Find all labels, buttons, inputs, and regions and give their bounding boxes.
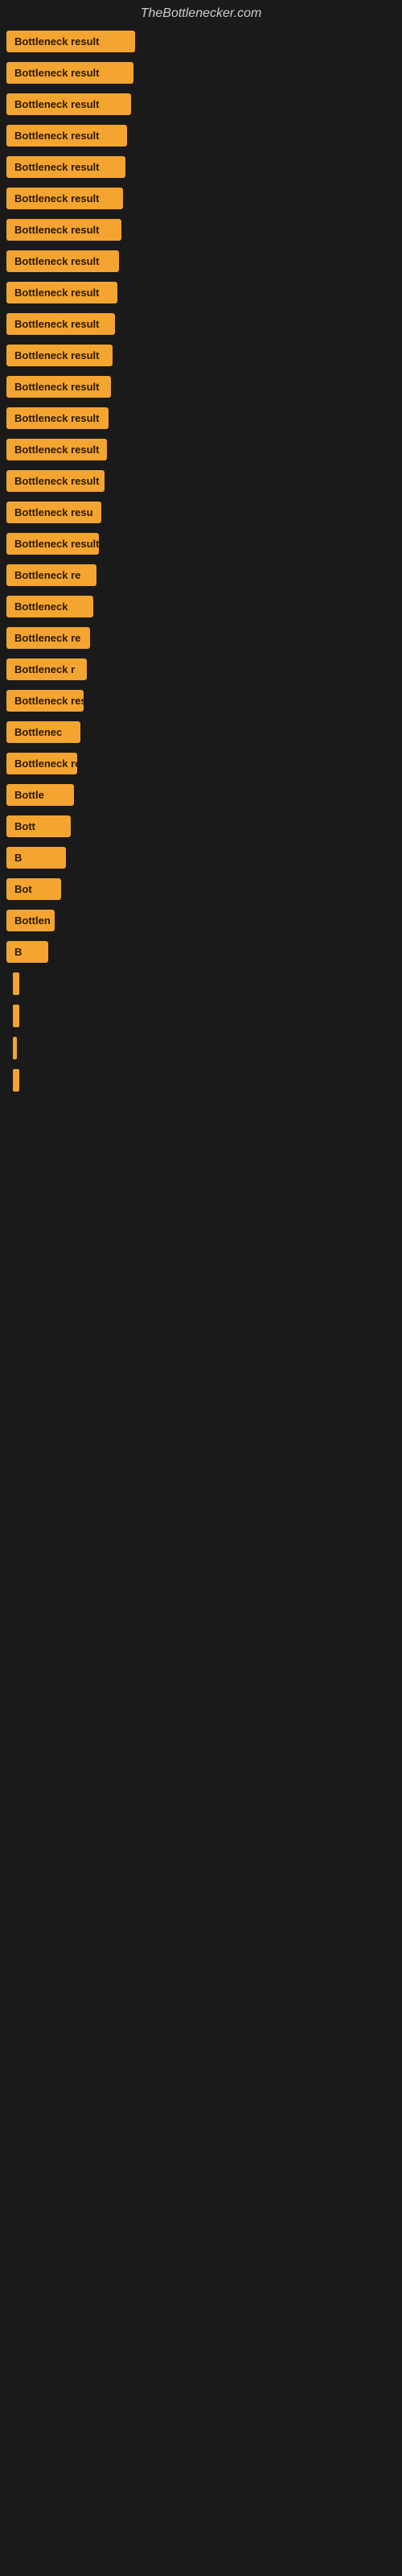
bottleneck-badge: Bottleneck r	[6, 658, 87, 680]
list-item: Bottleneck result	[6, 188, 396, 209]
bottleneck-badge: Bottleneck result	[6, 376, 111, 398]
bottleneck-badge: Bottleneck re	[6, 564, 96, 586]
list-item: Bottleneck result	[6, 313, 396, 335]
small-bar	[13, 1005, 19, 1027]
list-item: Bottleneck result	[6, 93, 396, 115]
bottleneck-badge: Bottleneck resu	[6, 690, 84, 712]
list-item: Bottleneck re	[6, 753, 396, 774]
list-item: Bottleneck result	[6, 62, 396, 84]
bottleneck-badge: Bott	[6, 815, 71, 837]
bottleneck-badge: Bottlen	[6, 910, 55, 931]
bottleneck-badge: Bottleneck re	[6, 627, 90, 649]
list-item: B	[6, 847, 396, 869]
list-item: Bottleneck re	[6, 627, 396, 649]
list-item: Bottleneck re	[6, 564, 396, 586]
list-item: Bottle	[6, 784, 396, 806]
bottleneck-badge: B	[6, 847, 66, 869]
bottleneck-badge: Bottleneck result	[6, 62, 133, 84]
list-item: B	[6, 941, 396, 963]
list-item: Bottleneck result	[6, 533, 396, 555]
list-item: Bottleneck r	[6, 658, 396, 680]
list-item: Bottleneck result	[6, 219, 396, 241]
bottleneck-badge: Bottleneck resu	[6, 502, 101, 523]
bottleneck-badge: Bot	[6, 878, 61, 900]
bottleneck-badge: B	[6, 941, 48, 963]
list-item: Bottleneck result	[6, 470, 396, 492]
list-item: Bottleneck result	[6, 407, 396, 429]
list-item: Bottleneck result	[6, 31, 396, 52]
bottleneck-badge: Bottleneck result	[6, 188, 123, 209]
list-item: Bottleneck result	[6, 250, 396, 272]
small-bar	[13, 1037, 17, 1059]
small-bar	[13, 972, 19, 995]
bottleneck-badge: Bottleneck result	[6, 219, 121, 241]
bottleneck-badge: Bottleneck result	[6, 282, 117, 303]
bottleneck-badge: Bottleneck re	[6, 753, 77, 774]
list-item: Bottleneck result	[6, 156, 396, 178]
bottleneck-badge: Bottleneck result	[6, 250, 119, 272]
bottleneck-badge: Bottleneck	[6, 596, 93, 617]
list-item: Bottleneck result	[6, 439, 396, 460]
list-item: Bottlenec	[6, 721, 396, 743]
bottleneck-badge: Bottleneck result	[6, 470, 105, 492]
bottleneck-badge: Bottleneck result	[6, 345, 113, 366]
bottleneck-badge: Bottleneck result	[6, 31, 135, 52]
list-item: Bottlen	[6, 910, 396, 931]
bottleneck-badge: Bottleneck result	[6, 93, 131, 115]
bottleneck-badge: Bottle	[6, 784, 74, 806]
bottleneck-badge: Bottlenec	[6, 721, 80, 743]
small-bar	[13, 1069, 19, 1092]
list-item: Bottleneck resu	[6, 502, 396, 523]
bottleneck-list: Bottleneck result Bottleneck result Bottle…	[0, 27, 402, 1104]
bottleneck-badge: Bottleneck result	[6, 125, 127, 147]
list-item: Bottleneck	[6, 596, 396, 617]
list-item: Bottleneck result	[6, 376, 396, 398]
list-item: Bottleneck result	[6, 345, 396, 366]
list-item: Bottleneck result	[6, 125, 396, 147]
bottleneck-badge: Bottleneck result	[6, 313, 115, 335]
site-title: TheBottlenecker.com	[0, 0, 402, 27]
list-item: Bot	[6, 878, 396, 900]
bottleneck-badge: Bottleneck result	[6, 439, 107, 460]
list-item: Bott	[6, 815, 396, 837]
bottleneck-badge: Bottleneck result	[6, 533, 99, 555]
list-item: Bottleneck resu	[6, 690, 396, 712]
bottleneck-badge: Bottleneck result	[6, 407, 109, 429]
bottleneck-badge: Bottleneck result	[6, 156, 125, 178]
list-item: Bottleneck result	[6, 282, 396, 303]
